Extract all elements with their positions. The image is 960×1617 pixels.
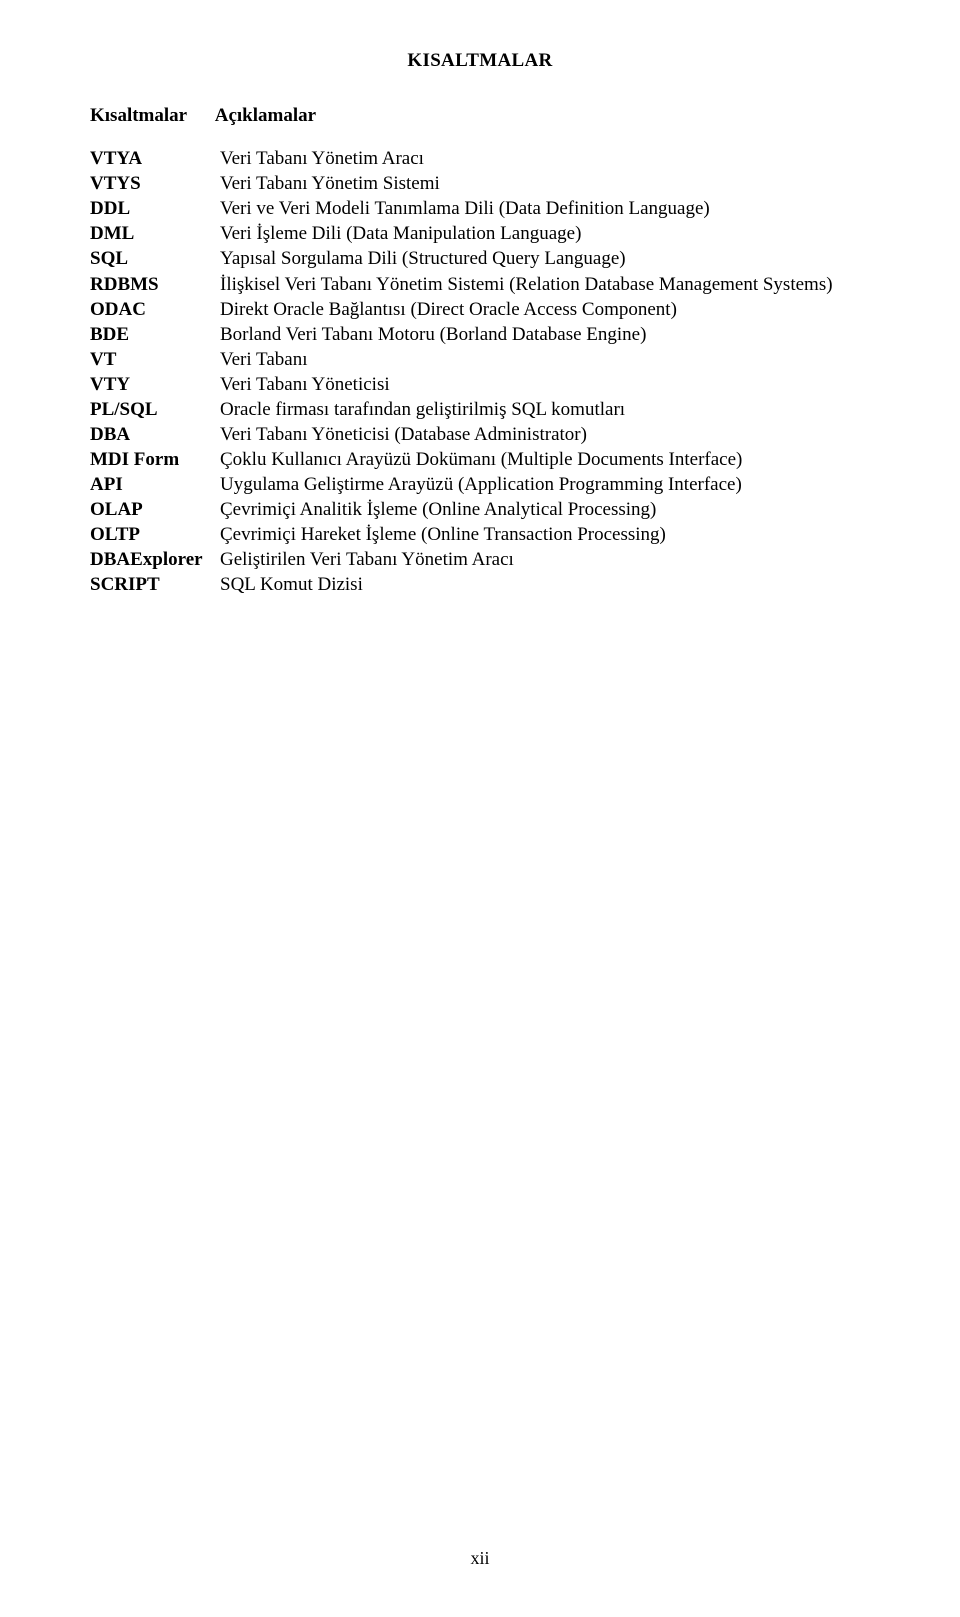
entry-row: ODACDirekt Oracle Bağlantısı (Direct Ora… bbox=[90, 297, 870, 322]
entry-desc: SQL Komut Dizisi bbox=[220, 572, 870, 597]
entry-row: APIUygulama Geliştirme Arayüzü (Applicat… bbox=[90, 472, 870, 497]
entry-desc: Veri Tabanı Yönetim Aracı bbox=[220, 146, 870, 171]
entry-row: DBAExplorerGeliştirilen Veri Tabanı Yöne… bbox=[90, 547, 870, 572]
entry-abbr: SCRIPT bbox=[90, 572, 220, 597]
entry-row: VTVeri Tabanı bbox=[90, 347, 870, 372]
entry-desc: Direkt Oracle Bağlantısı (Direct Oracle … bbox=[220, 297, 870, 322]
entry-abbr: RDBMS bbox=[90, 272, 220, 297]
entry-row: OLAPÇevrimiçi Analitik İşleme (Online An… bbox=[90, 497, 870, 522]
entry-abbr: API bbox=[90, 472, 220, 497]
entry-desc: Çoklu Kullanıcı Arayüzü Dokümanı (Multip… bbox=[220, 447, 870, 472]
entry-abbr: VTY bbox=[90, 372, 220, 397]
entry-abbr: OLTP bbox=[90, 522, 220, 547]
entry-desc: Uygulama Geliştirme Arayüzü (Application… bbox=[220, 472, 870, 497]
entry-row: VTYVeri Tabanı Yöneticisi bbox=[90, 372, 870, 397]
entry-abbr: OLAP bbox=[90, 497, 220, 522]
entry-desc: Veri Tabanı Yöneticisi bbox=[220, 372, 870, 397]
entry-desc: Geliştirilen Veri Tabanı Yönetim Aracı bbox=[220, 547, 870, 572]
entry-desc: Veri İşleme Dili (Data Manipulation Lang… bbox=[220, 221, 870, 246]
entry-abbr: BDE bbox=[90, 322, 220, 347]
entry-desc: Veri Tabanı Yöneticisi (Database Adminis… bbox=[220, 422, 870, 447]
entry-row: DDLVeri ve Veri Modeli Tanımlama Dili (D… bbox=[90, 196, 870, 221]
entry-row: OLTPÇevrimiçi Hareket İşleme (Online Tra… bbox=[90, 522, 870, 547]
entry-row: DMLVeri İşleme Dili (Data Manipulation L… bbox=[90, 221, 870, 246]
entry-row: SCRIPTSQL Komut Dizisi bbox=[90, 572, 870, 597]
entry-desc: Veri ve Veri Modeli Tanımlama Dili (Data… bbox=[220, 196, 870, 221]
entry-row: PL/SQLOracle firması tarafından geliştir… bbox=[90, 397, 870, 422]
entry-row: VTYAVeri Tabanı Yönetim Aracı bbox=[90, 146, 870, 171]
page-number: xii bbox=[0, 1547, 960, 1571]
header-kisaltmalar: Kısaltmalar bbox=[90, 103, 210, 128]
entry-row: MDI FormÇoklu Kullanıcı Arayüzü Dokümanı… bbox=[90, 447, 870, 472]
entry-row: VTYSVeri Tabanı Yönetim Sistemi bbox=[90, 171, 870, 196]
entry-abbr: PL/SQL bbox=[90, 397, 220, 422]
table-header-row: Kısaltmalar Açıklamalar bbox=[90, 103, 870, 128]
entry-desc: İlişkisel Veri Tabanı Yönetim Sistemi (R… bbox=[220, 272, 870, 297]
entry-row: SQLYapısal Sorgulama Dili (Structured Qu… bbox=[90, 246, 870, 271]
entry-desc: Çevrimiçi Analitik İşleme (Online Analyt… bbox=[220, 497, 870, 522]
entry-row: BDEBorland Veri Tabanı Motoru (Borland D… bbox=[90, 322, 870, 347]
entry-desc: Veri Tabanı bbox=[220, 347, 870, 372]
entry-abbr: DDL bbox=[90, 196, 220, 221]
entry-desc: Borland Veri Tabanı Motoru (Borland Data… bbox=[220, 322, 870, 347]
entry-abbr: ODAC bbox=[90, 297, 220, 322]
entry-abbr: VTYA bbox=[90, 146, 220, 171]
entry-desc: Çevrimiçi Hareket İşleme (Online Transac… bbox=[220, 522, 870, 547]
entry-abbr: VT bbox=[90, 347, 220, 372]
header-aciklamalar: Açıklamalar bbox=[215, 103, 316, 128]
entries-list: VTYAVeri Tabanı Yönetim AracıVTYSVeri Ta… bbox=[90, 146, 870, 597]
entry-desc: Oracle firması tarafından geliştirilmiş … bbox=[220, 397, 870, 422]
entry-abbr: MDI Form bbox=[90, 447, 220, 472]
section-title: KISALTMALAR bbox=[90, 48, 870, 73]
entry-row: DBAVeri Tabanı Yöneticisi (Database Admi… bbox=[90, 422, 870, 447]
entry-abbr: SQL bbox=[90, 246, 220, 271]
entry-abbr: DBAExplorer bbox=[90, 547, 220, 572]
entry-abbr: DML bbox=[90, 221, 220, 246]
entry-abbr: DBA bbox=[90, 422, 220, 447]
entry-desc: Veri Tabanı Yönetim Sistemi bbox=[220, 171, 870, 196]
entry-abbr: VTYS bbox=[90, 171, 220, 196]
entry-desc: Yapısal Sorgulama Dili (Structured Query… bbox=[220, 246, 870, 271]
entry-row: RDBMSİlişkisel Veri Tabanı Yönetim Siste… bbox=[90, 272, 870, 297]
